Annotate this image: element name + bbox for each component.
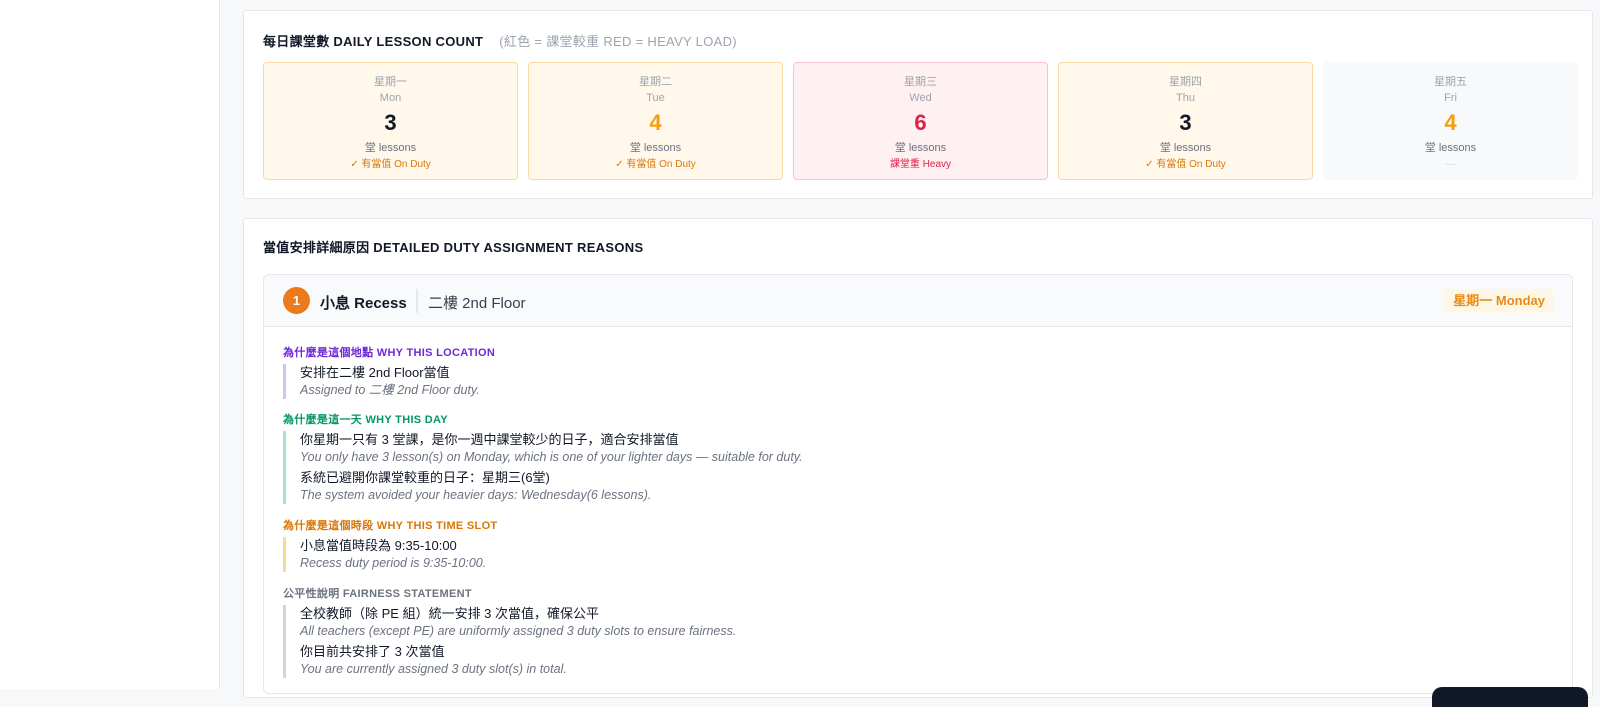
why-location-body: 安排在二樓 2nd Floor當值 Assigned to 二樓 2nd Flo… xyxy=(283,364,495,399)
why-time-section: 為什麼是這個時段 WHY THIS TIME SLOT 小息當值時段為 9:35… xyxy=(283,518,497,572)
lesson-unit: 堂 lessons xyxy=(364,142,417,154)
lesson-unit: 堂 lessons xyxy=(1424,142,1477,154)
reason-text-en: Recess duty period is 9:35-10:00. xyxy=(300,556,487,570)
lesson-count-title: 每日課堂數 DAILY LESSON COUNT xyxy=(263,34,484,49)
lesson-count-header: 每日課堂數 DAILY LESSON COUNT (紅色 = 課堂較重 RED … xyxy=(263,31,737,50)
duty-number-badge: 1 xyxy=(283,287,310,314)
day-name-en: Wed xyxy=(909,92,932,104)
header-divider xyxy=(416,289,418,313)
duty-status: ✓ 有當值 On Duty xyxy=(350,159,431,170)
day-tiles: 星期一 Mon 3 堂 lessons ✓ 有當值 On Duty 星期二 Tu… xyxy=(263,62,1578,180)
day-tile-fri: 星期五 Fri 4 堂 lessons — xyxy=(1323,62,1578,180)
day-tile-thu: 星期四 Thu 3 堂 lessons ✓ 有當值 On Duty xyxy=(1058,62,1313,180)
reason-text-zh: 安排在二樓 2nd Floor當值 xyxy=(300,365,450,380)
heavy-status: 課堂重 Heavy xyxy=(889,159,952,170)
reason-text-en: You are currently assigned 3 duty slot(s… xyxy=(300,662,567,676)
day-tile-wed: 星期三 Wed 6 堂 lessons 課堂重 Heavy xyxy=(793,62,1048,180)
daily-lesson-count-card: 每日課堂數 DAILY LESSON COUNT (紅色 = 課堂較重 RED … xyxy=(243,10,1593,199)
duty-status: ✓ 有當值 On Duty xyxy=(615,159,696,170)
reason-text-zh: 你目前共安排了 3 次當值 xyxy=(300,644,445,659)
fairness-body: 全校教師（除 PE 組）統一安排 3 次當值，確保公平 All teachers… xyxy=(283,605,736,678)
lesson-unit: 堂 lessons xyxy=(894,142,947,154)
why-time-body: 小息當值時段為 9:35-10:00 Recess duty period is… xyxy=(283,537,497,572)
lesson-count: 4 xyxy=(1444,110,1457,135)
why-day-label: 為什麼是這一天 WHY THIS DAY xyxy=(283,414,448,426)
duty-status: ✓ 有當值 On Duty xyxy=(1145,159,1226,170)
why-day-section: 為什麼是這一天 WHY THIS DAY 你星期一只有 3 堂課，是你一週中課堂… xyxy=(283,412,803,504)
day-name-zh: 星期三 xyxy=(904,76,937,88)
reason-text-en: The system avoided your heavier days: We… xyxy=(300,488,652,502)
duty-slot-name: 小息 Recess xyxy=(320,295,407,312)
day-name-zh: 星期一 xyxy=(374,76,407,88)
lesson-count: 3 xyxy=(1179,110,1192,135)
lesson-unit: 堂 lessons xyxy=(1159,142,1212,154)
reason-text-zh: 系統已避開你課堂較重的日子：星期三(6堂) xyxy=(300,470,550,485)
heavy-load-legend: (紅色 = 課堂較重 RED = HEAVY LOAD) xyxy=(499,34,737,49)
day-name-zh: 星期四 xyxy=(1169,76,1202,88)
duty-location: 二樓 2nd Floor xyxy=(428,295,526,312)
fairness-label: 公平性說明 FAIRNESS STATEMENT xyxy=(283,588,472,600)
duty-day-badge: 星期一 Monday xyxy=(1444,289,1554,313)
lesson-count: 4 xyxy=(649,110,662,135)
floating-action-button[interactable] xyxy=(1432,687,1588,707)
duty-assignment-item: 1 小息 Recess 二樓 2nd Floor 星期一 Monday 為什麼是… xyxy=(263,274,1573,694)
day-name-en: Thu xyxy=(1176,92,1195,104)
day-tile-mon: 星期一 Mon 3 堂 lessons ✓ 有當值 On Duty xyxy=(263,62,518,180)
lesson-count: 6 xyxy=(914,110,927,135)
reason-text-zh: 全校教師（除 PE 組）統一安排 3 次當值，確保公平 xyxy=(300,606,600,621)
reason-text-en: Assigned to 二樓 2nd Floor duty. xyxy=(300,383,480,397)
duty-reasons-card: 當值安排詳細原因 DETAILED DUTY ASSIGNMENT REASON… xyxy=(243,218,1593,698)
day-name-en: Mon xyxy=(379,92,402,104)
main-content: 每日課堂數 DAILY LESSON COUNT (紅色 = 課堂較重 RED … xyxy=(220,0,1600,698)
reason-text-zh: 小息當值時段為 9:35-10:00 xyxy=(300,538,457,553)
duty-reasons-title: 當值安排詳細原因 DETAILED DUTY ASSIGNMENT REASON… xyxy=(263,240,644,255)
duty-assignment-header[interactable]: 1 小息 Recess 二樓 2nd Floor 星期一 Monday xyxy=(264,275,1572,327)
lesson-unit: 堂 lessons xyxy=(629,142,682,154)
left-sidebar xyxy=(0,0,220,689)
why-time-label: 為什麼是這個時段 WHY THIS TIME SLOT xyxy=(283,520,498,532)
lesson-count: 3 xyxy=(384,110,397,135)
reason-text-en: All teachers (except PE) are uniformly a… xyxy=(300,624,737,638)
day-name-en: Fri xyxy=(1444,92,1457,104)
no-duty-status: — xyxy=(1445,159,1456,170)
day-name-zh: 星期二 xyxy=(639,76,672,88)
day-name-zh: 星期五 xyxy=(1434,76,1467,88)
why-location-section: 為什麼是這個地點 WHY THIS LOCATION 安排在二樓 2nd Flo… xyxy=(283,345,495,399)
why-location-label: 為什麼是這個地點 WHY THIS LOCATION xyxy=(283,347,496,359)
fairness-section: 公平性說明 FAIRNESS STATEMENT 全校教師（除 PE 組）統一安… xyxy=(283,586,736,678)
reason-text-en: You only have 3 lesson(s) on Monday, whi… xyxy=(300,450,803,464)
day-name-en: Tue xyxy=(646,92,665,104)
why-day-body: 你星期一只有 3 堂課，是你一週中課堂較少的日子，適合安排當值 You only… xyxy=(283,431,803,504)
reason-text-zh: 你星期一只有 3 堂課，是你一週中課堂較少的日子，適合安排當值 xyxy=(300,432,679,447)
day-tile-tue: 星期二 Tue 4 堂 lessons ✓ 有當值 On Duty xyxy=(528,62,783,180)
